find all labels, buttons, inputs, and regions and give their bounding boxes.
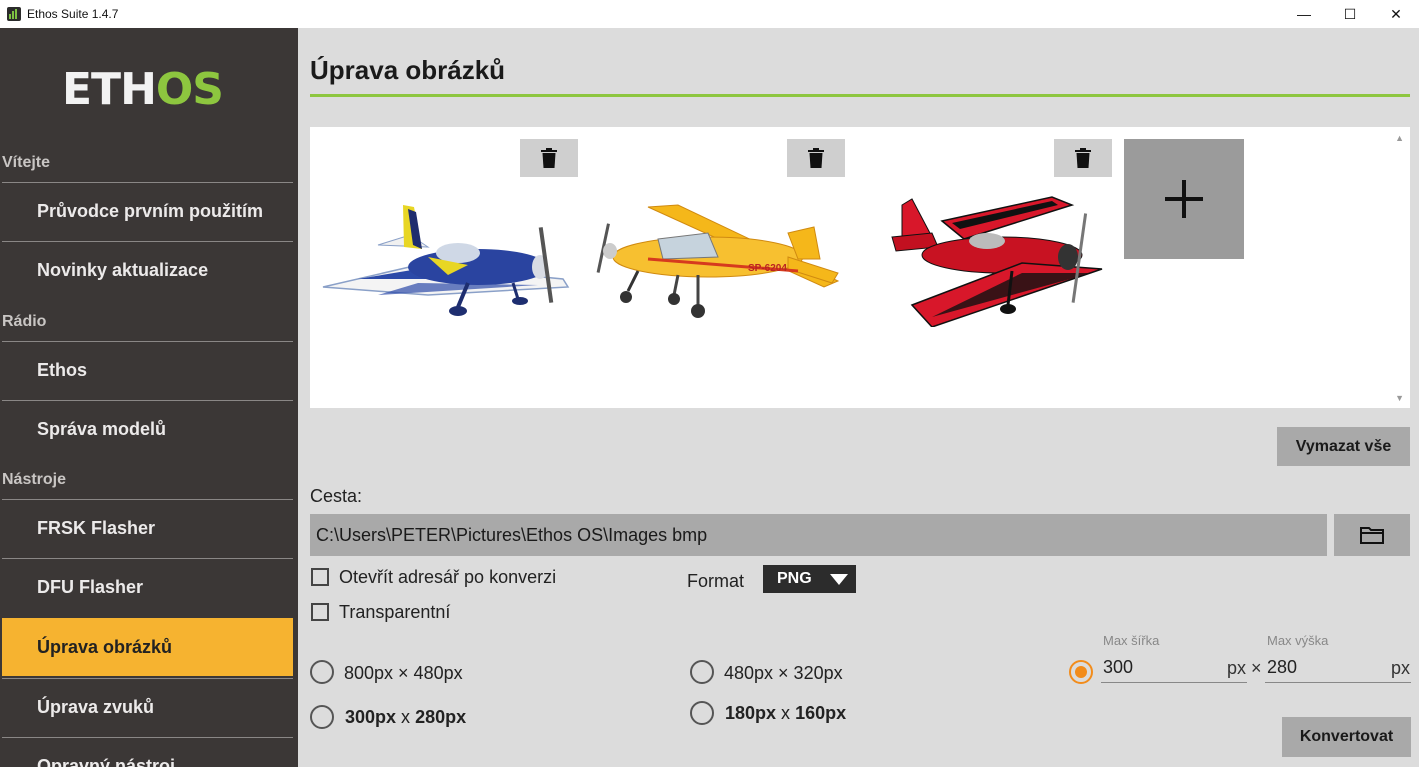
scroll-up-icon[interactable]: ▲ — [1395, 133, 1404, 143]
chevron-down-icon — [830, 574, 848, 585]
blue-aerobatic-plane-image[interactable] — [318, 187, 580, 327]
path-input[interactable]: C:\Users\PETER\Pictures\Ethos OS\Images … — [310, 514, 1327, 556]
size-480x320-label: 480px × 320px — [724, 663, 843, 683]
scroll-down-icon[interactable]: ▼ — [1395, 393, 1404, 403]
size-480x320-radio[interactable] — [690, 660, 714, 684]
clear-all-button[interactable]: Vymazat vše — [1277, 427, 1410, 466]
page-title: Úprava obrázků — [310, 55, 506, 85]
sidebar: ETHOS Vítejte Průvodce prvním použitím N… — [0, 28, 298, 767]
sidebar-item-sound-editor[interactable]: Úprava zvuků — [2, 678, 293, 736]
size-180x160-radio[interactable] — [690, 701, 714, 725]
sidebar-item-ethos[interactable]: Ethos — [2, 341, 293, 399]
max-width-label: Max šířka — [1103, 633, 1160, 648]
yellow-high-wing-plane-image[interactable]: SP-6204 — [588, 187, 850, 327]
sidebar-item-image-editor[interactable]: Úprava obrázků — [2, 618, 293, 676]
title-divider — [310, 94, 1410, 97]
app-icon — [7, 7, 21, 21]
sidebar-item-repair-tool[interactable]: Opravný nástroj — [2, 737, 293, 767]
format-select[interactable]: PNG — [763, 565, 856, 593]
delete-image-3-button[interactable] — [1054, 139, 1112, 177]
delete-image-2-button[interactable] — [787, 139, 845, 177]
format-value: PNG — [777, 570, 812, 587]
svg-text:SP-6204: SP-6204 — [748, 263, 787, 274]
image-gallery: ▲ ▼ SP-6204 — [310, 127, 1410, 408]
minimize-button[interactable]: — — [1281, 0, 1327, 28]
custom-size-radio[interactable] — [1069, 660, 1093, 684]
ethos-logo: ETHOS — [62, 64, 224, 115]
open-folder-checkbox[interactable] — [311, 568, 329, 586]
max-width-input[interactable]: 300 — [1101, 653, 1247, 683]
red-biplane-image[interactable] — [872, 187, 1134, 327]
sidebar-item-model-manager[interactable]: Správa modelů — [2, 400, 293, 458]
window-title: Ethos Suite 1.4.7 — [27, 7, 119, 21]
sidebar-item-frsk-flasher[interactable]: FRSK Flasher — [2, 499, 293, 557]
max-height-label: Max výška — [1267, 633, 1329, 648]
size-180x160-label: 180px x 160px — [725, 703, 847, 723]
sidebar-item-dfu-flasher[interactable]: DFU Flasher — [2, 558, 293, 616]
size-800x480-label: 800px × 480px — [344, 663, 463, 683]
sidebar-section-tools: Nástroje — [2, 471, 67, 488]
close-button[interactable]: ✕ — [1373, 0, 1419, 28]
browse-folder-button[interactable] — [1334, 514, 1410, 556]
size-300x280-radio[interactable] — [310, 705, 334, 729]
open-folder-label: Otevřít adresář po konverzi — [339, 567, 557, 587]
max-height-input[interactable]: 280 — [1265, 653, 1411, 683]
sidebar-item-first-use-guide[interactable]: Průvodce prvním použitím — [2, 182, 293, 240]
height-unit: px — [1391, 658, 1411, 678]
trash-icon — [808, 148, 824, 168]
add-image-button[interactable] — [1124, 139, 1244, 259]
trash-icon — [541, 148, 557, 168]
transparent-checkbox[interactable] — [311, 603, 329, 621]
plus-icon — [1165, 180, 1203, 218]
transparent-label: Transparentní — [339, 602, 451, 622]
size-300x280-label: 300px x 280px — [345, 707, 467, 727]
sidebar-section-radio: Rádio — [2, 313, 47, 330]
maximize-button[interactable]: ☐ — [1327, 0, 1373, 28]
trash-icon — [1075, 148, 1091, 168]
width-unit: px × — [1227, 658, 1262, 678]
sidebar-section-welcome: Vítejte — [2, 154, 51, 171]
folder-icon — [1360, 527, 1384, 544]
delete-image-1-button[interactable] — [520, 139, 578, 177]
convert-button[interactable]: Konvertovat — [1282, 717, 1411, 757]
title-bar: Ethos Suite 1.4.7 — ☐ ✕ — [0, 0, 1419, 28]
format-label: Format — [687, 571, 745, 591]
sidebar-item-update-news[interactable]: Novinky aktualizace — [2, 241, 293, 299]
size-800x480-radio[interactable] — [310, 660, 334, 684]
path-label: Cesta: — [310, 486, 363, 506]
